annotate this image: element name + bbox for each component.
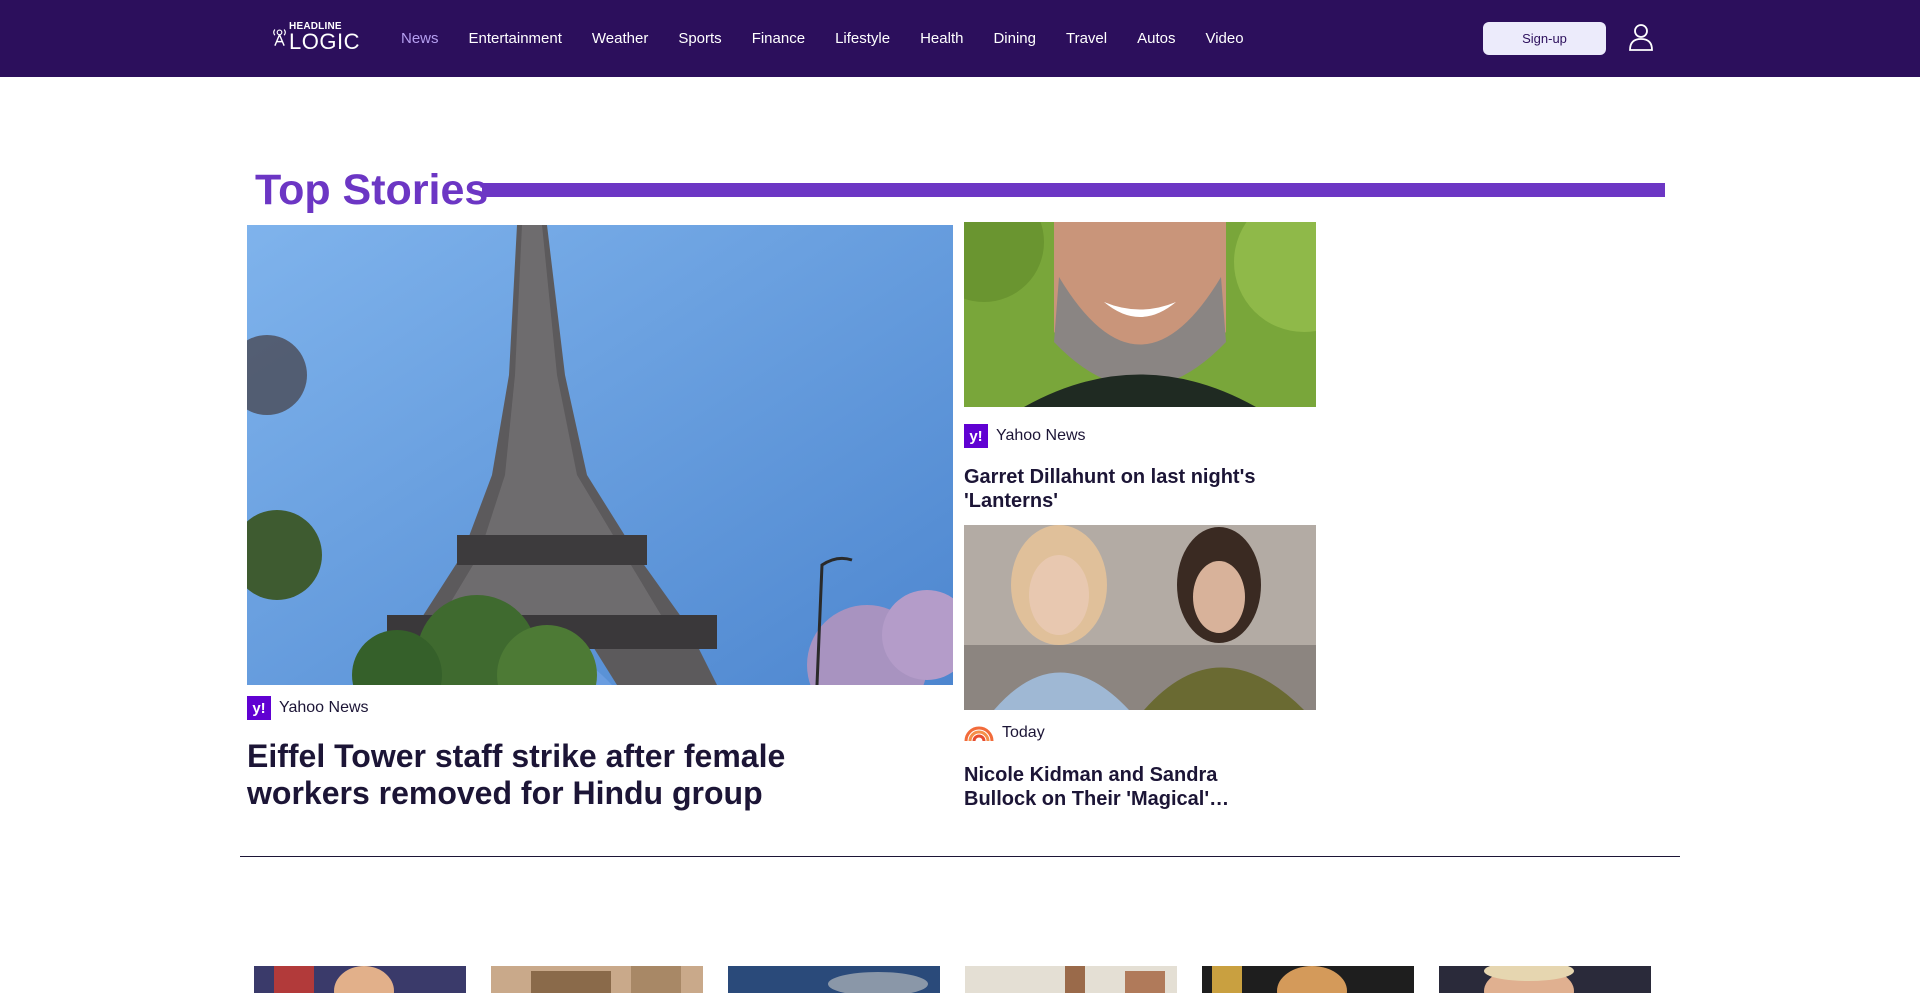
story-thumbnail[interactable] [728,966,940,993]
headline-logic-logo[interactable]: HEADLINE LOGIC [272,21,360,53]
story-card-2-source-name: Today [1002,724,1045,741]
section-title-rule [482,183,1665,197]
eiffel-tower-image [247,225,953,685]
hero-source-name: Yahoo News [279,699,369,716]
story-card-1-title[interactable]: Garret Dillahunt on last night's 'Lanter… [964,465,1294,513]
yahoo-news-logo: y! [964,424,988,448]
hero-story-title[interactable]: Eiffel Tower staff strike after female w… [247,738,887,812]
story-thumbnail[interactable] [1202,966,1414,993]
nav-item-lifestyle[interactable]: Lifestyle [820,29,905,49]
nav-item-entertainment[interactable]: Entertainment [454,29,577,49]
story-thumbnail-row [254,966,1651,993]
story-thumbnail[interactable] [965,966,1177,993]
nav-item-sports[interactable]: Sports [663,29,736,49]
hero-source[interactable]: y! Yahoo News [247,696,369,720]
nav-item-health[interactable]: Health [905,29,978,49]
story-thumbnail[interactable] [1439,966,1651,993]
nav-item-travel[interactable]: Travel [1051,29,1122,49]
story-card-1-image[interactable] [964,222,1316,407]
nav-item-autos[interactable]: Autos [1122,29,1190,49]
story-card-1-source-name: Yahoo News [996,427,1086,444]
story-card-2-title[interactable]: Nicole Kidman and Sandra Bullock on Thei… [964,763,1294,811]
nav-item-news[interactable]: News [386,29,454,49]
story-thumbnail[interactable] [491,966,703,993]
today-rainbow-logo [964,726,994,742]
nav-item-finance[interactable]: Finance [737,29,820,49]
logo-line2: LOGIC [289,28,360,54]
signup-button[interactable]: Sign-up [1483,22,1606,55]
story-card-2-source[interactable]: Today [964,724,1045,742]
story-thumbnail[interactable] [254,966,466,993]
story-card-2-image[interactable] [964,525,1316,710]
two-women-interview-image [964,525,1316,710]
nav-item-dining[interactable]: Dining [978,29,1051,49]
main-nav: News Entertainment Weather Sports Financ… [386,29,1259,49]
top-nav-bar: HEADLINE LOGIC News Entertainment Weathe… [0,0,1920,77]
story-card-1-source[interactable]: y! Yahoo News [964,424,1086,448]
section-title-top-stories: Top Stories [255,166,489,214]
yahoo-news-logo: y! [247,696,271,720]
user-icon[interactable] [1628,23,1654,51]
hero-story-image[interactable] [247,225,953,685]
logo-antenna-icon [273,29,286,46]
nav-item-weather[interactable]: Weather [577,29,663,49]
bearded-man-image [964,222,1316,407]
section-divider [240,856,1680,857]
nav-item-video[interactable]: Video [1190,29,1258,49]
